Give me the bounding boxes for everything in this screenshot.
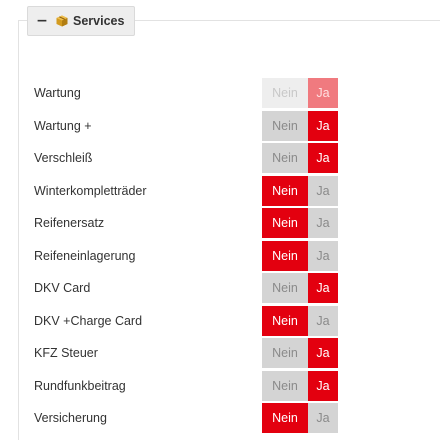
service-label: Winterkompletträder xyxy=(34,183,147,198)
toggle-wartung-plus[interactable]: Nein Ja xyxy=(262,110,338,141)
services-section-toggle[interactable]: − Services xyxy=(27,6,136,36)
ja-option[interactable]: Ja xyxy=(308,305,338,336)
service-label: Reifeneinlagerung xyxy=(34,248,136,263)
service-row-verschleiss: Verschleiß Nein Ja xyxy=(0,143,440,173)
toggle-reifenersatz[interactable]: Nein Ja xyxy=(262,208,338,238)
ja-option[interactable]: Ja xyxy=(308,143,338,173)
section-title: Services xyxy=(73,14,125,28)
toggle-kfz-steuer[interactable]: Nein Ja xyxy=(262,338,338,368)
nein-option[interactable]: Nein xyxy=(262,143,308,173)
nein-option[interactable]: Nein xyxy=(262,208,308,238)
toggle-dkv-card[interactable]: Nein Ja xyxy=(262,273,338,303)
toggle-dkv-charge-card[interactable]: Nein Ja xyxy=(262,305,338,336)
ja-option: Ja xyxy=(308,78,338,108)
service-label: Rundfunkbeitrag xyxy=(34,378,126,393)
toggle-versicherung[interactable]: Nein Ja xyxy=(262,403,338,433)
service-label: KFZ Steuer xyxy=(34,346,98,360)
nein-option[interactable]: Nein xyxy=(262,110,308,141)
nein-option[interactable]: Nein xyxy=(262,403,308,433)
service-row-wartung-plus: Wartung + Nein Ja xyxy=(0,110,440,141)
service-label: Reifenersatz xyxy=(34,216,105,230)
nein-option[interactable]: Nein xyxy=(262,273,308,303)
ja-option[interactable]: Ja xyxy=(308,208,338,238)
toggle-rundfunkbeitrag[interactable]: Nein Ja xyxy=(262,370,338,401)
service-label: Wartung + xyxy=(34,118,92,133)
service-row-versicherung: Versicherung Nein Ja xyxy=(0,403,440,433)
service-row-winterkompletraeder: Winterkompletträder Nein Ja xyxy=(0,175,440,206)
service-row-dkv-card: DKV Card Nein Ja xyxy=(0,273,440,303)
package-icon xyxy=(56,15,68,27)
service-label: Versicherung xyxy=(34,411,107,425)
collapse-icon[interactable]: − xyxy=(36,14,48,28)
nein-option[interactable]: Nein xyxy=(262,175,308,206)
nein-option[interactable]: Nein xyxy=(262,338,308,368)
nein-option[interactable]: Nein xyxy=(262,305,308,336)
ja-option[interactable]: Ja xyxy=(308,240,338,271)
service-row-reifeneinlagerung: Reifeneinlagerung Nein Ja xyxy=(0,240,440,271)
service-label: Wartung xyxy=(34,86,81,100)
toggle-winterkompletraeder[interactable]: Nein Ja xyxy=(262,175,338,206)
services-panel: − Services Wartung Nein Ja Wartung + Nein Ja V… xyxy=(0,0,440,440)
ja-option[interactable]: Ja xyxy=(308,403,338,433)
service-label: Verschleiß xyxy=(34,151,93,165)
nein-option: Nein xyxy=(262,78,308,108)
toggle-wartung: Nein Ja xyxy=(262,78,338,108)
ja-option[interactable]: Ja xyxy=(308,110,338,141)
nein-option[interactable]: Nein xyxy=(262,370,308,401)
ja-option[interactable]: Ja xyxy=(308,370,338,401)
service-label: DKV Card xyxy=(34,281,91,295)
ja-option[interactable]: Ja xyxy=(308,273,338,303)
service-row-kfz-steuer: KFZ Steuer Nein Ja xyxy=(0,338,440,368)
service-row-dkv-charge-card: DKV +Charge Card Nein Ja xyxy=(0,305,440,336)
toggle-reifeneinlagerung[interactable]: Nein Ja xyxy=(262,240,338,271)
service-row-reifenersatz: Reifenersatz Nein Ja xyxy=(0,208,440,238)
toggle-verschleiss[interactable]: Nein Ja xyxy=(262,143,338,173)
service-row-rundfunkbeitrag: Rundfunkbeitrag Nein Ja xyxy=(0,370,440,401)
ja-option[interactable]: Ja xyxy=(308,338,338,368)
ja-option[interactable]: Ja xyxy=(308,175,338,206)
nein-option[interactable]: Nein xyxy=(262,240,308,271)
service-label: DKV +Charge Card xyxy=(34,313,143,328)
service-row-wartung: Wartung Nein Ja xyxy=(0,78,440,108)
